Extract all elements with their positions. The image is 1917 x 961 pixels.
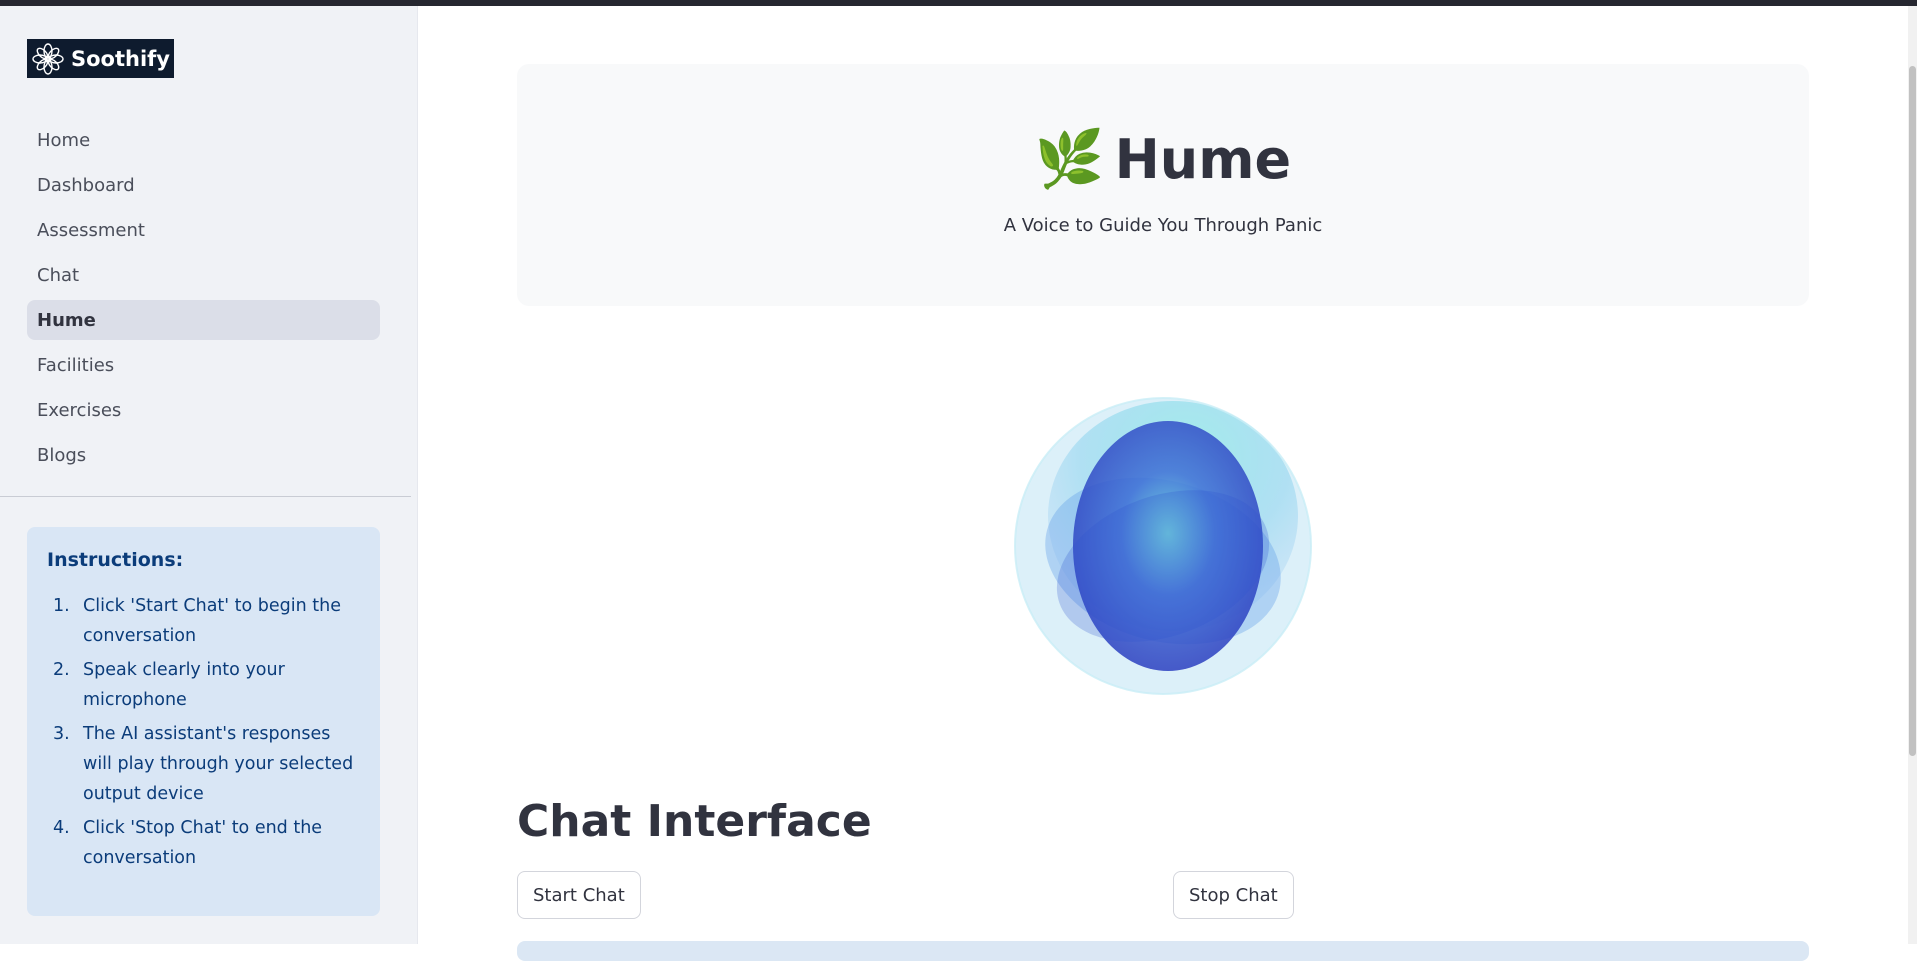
- sidebar-item-dashboard[interactable]: Dashboard: [27, 165, 380, 205]
- sidebar-nav: Home Dashboard Assessment Chat Hume Faci…: [27, 120, 380, 480]
- sidebar: Soothify Home Dashboard Assessment Chat …: [0, 6, 418, 944]
- sidebar-divider: [0, 496, 411, 497]
- hero-card: 🌿 Hume A Voice to Guide You Through Pani…: [517, 64, 1809, 306]
- instruction-step: 1. Click 'Start Chat' to begin the conve…: [47, 591, 360, 651]
- scrollbar-thumb[interactable]: [1909, 66, 1916, 756]
- instruction-step: 2. Speak clearly into your microphone: [47, 655, 360, 715]
- status-box: [517, 941, 1809, 961]
- page-subtitle: A Voice to Guide You Through Panic: [1003, 215, 1323, 236]
- sidebar-item-hume[interactable]: Hume: [27, 300, 380, 340]
- voice-orb: [1014, 397, 1312, 695]
- instruction-step: 3. The AI assistant's responses will pla…: [47, 719, 360, 809]
- step-text: The AI assistant's responses will play t…: [83, 724, 354, 804]
- herb-icon: 🌿: [1034, 126, 1105, 192]
- sidebar-item-home[interactable]: Home: [27, 120, 380, 160]
- sidebar-item-chat[interactable]: Chat: [27, 255, 380, 295]
- step-text: Click 'Stop Chat' to end the conversatio…: [83, 818, 323, 868]
- start-chat-button[interactable]: Start Chat: [517, 871, 641, 919]
- stop-chat-button[interactable]: Stop Chat: [1173, 871, 1294, 919]
- instructions-box: Instructions: 1. Click 'Start Chat' to b…: [27, 527, 380, 916]
- instructions-list: 1. Click 'Start Chat' to begin the conve…: [47, 591, 360, 873]
- step-text: Click 'Start Chat' to begin the conversa…: [83, 596, 342, 646]
- step-number: 4.: [53, 818, 70, 838]
- instructions-title: Instructions:: [47, 549, 184, 571]
- instruction-step: 4. Click 'Stop Chat' to end the conversa…: [47, 813, 360, 873]
- page-title-text: Hume: [1114, 128, 1292, 191]
- main-content: 🌿 Hume A Voice to Guide You Through Pani…: [417, 6, 1917, 961]
- sidebar-item-exercises[interactable]: Exercises: [27, 390, 380, 430]
- chat-interface-heading: Chat Interface: [517, 796, 872, 847]
- brand-logo[interactable]: Soothify: [27, 39, 174, 78]
- sidebar-item-blogs[interactable]: Blogs: [27, 435, 380, 475]
- step-number: 1.: [53, 596, 70, 616]
- brand-name: Soothify: [71, 46, 170, 71]
- step-number: 2.: [53, 660, 70, 680]
- page-title: 🌿 Hume: [517, 128, 1809, 191]
- flower-icon: [32, 42, 64, 75]
- page-scrollbar[interactable]: [1908, 6, 1917, 944]
- sidebar-item-assessment[interactable]: Assessment: [27, 210, 380, 250]
- step-number: 3.: [53, 724, 70, 744]
- step-text: Speak clearly into your microphone: [83, 660, 285, 710]
- sidebar-item-facilities[interactable]: Facilities: [27, 345, 380, 385]
